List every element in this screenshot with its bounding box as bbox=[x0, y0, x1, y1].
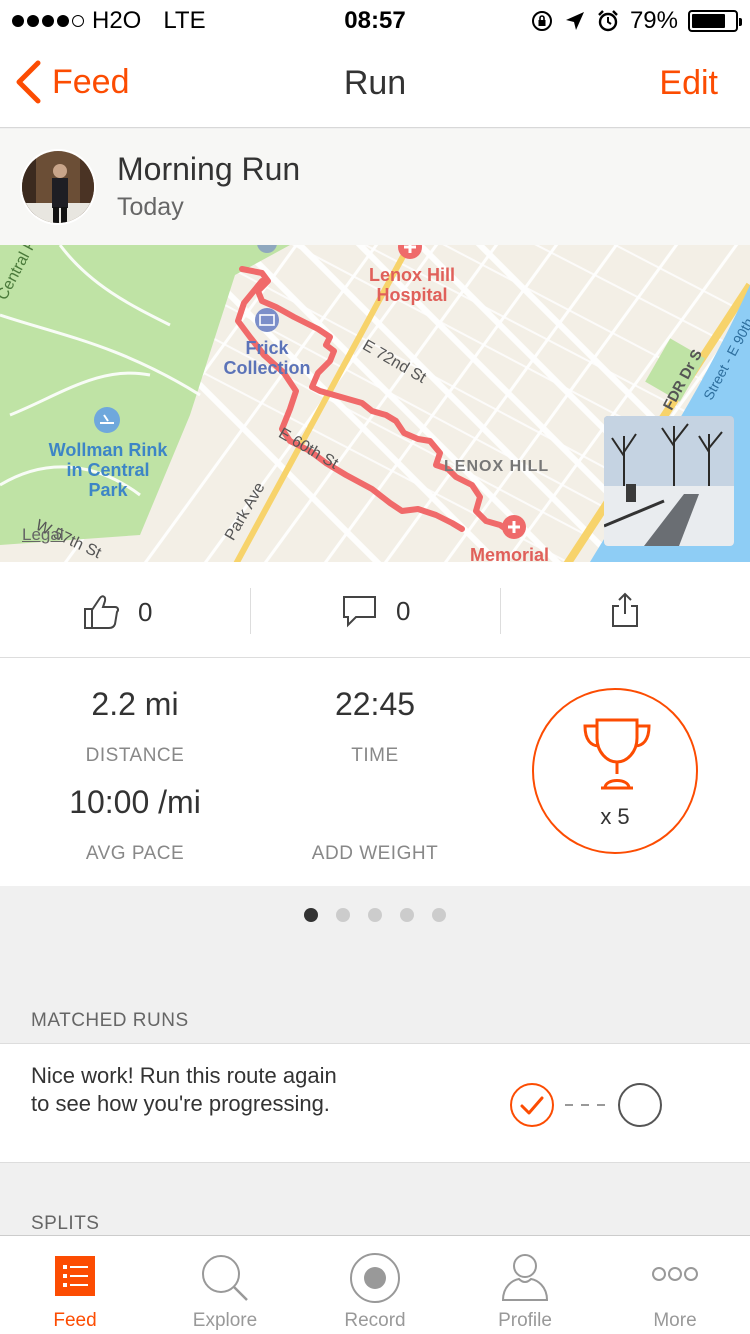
pager-dot[interactable] bbox=[304, 908, 318, 922]
achievement-count: x 5 bbox=[600, 804, 630, 829]
pace-value: 10:00 /mi bbox=[69, 784, 201, 820]
page-title: Run bbox=[343, 64, 407, 102]
share-button[interactable] bbox=[610, 592, 640, 628]
achievements-badge[interactable]: x 5 bbox=[532, 688, 698, 854]
matched-runs-heading: MATCHED RUNS bbox=[31, 1010, 189, 1031]
tab-explore[interactable]: Explore bbox=[150, 1236, 300, 1334]
edit-button[interactable]: Edit bbox=[659, 64, 718, 103]
pace-stat: 10:00 /mi AVG PACE bbox=[15, 784, 255, 865]
tab-feed-label: Feed bbox=[53, 1310, 97, 1331]
map-label-wollman-line2: in Central bbox=[66, 460, 150, 480]
stats-pager[interactable] bbox=[0, 908, 750, 922]
search-icon bbox=[202, 1255, 248, 1301]
social-bar: 0 0 bbox=[0, 562, 750, 658]
pager-dot[interactable] bbox=[432, 908, 446, 922]
distance-stat: 2.2 mi DISTANCE bbox=[15, 686, 255, 767]
map-label-memorial: Memorial bbox=[470, 545, 550, 562]
kudos-count: 0 bbox=[138, 596, 153, 627]
feed-icon bbox=[55, 1256, 95, 1296]
map-label-frick-line2: Collection bbox=[223, 358, 311, 378]
add-weight[interactable]: ADD WEIGHT bbox=[255, 784, 495, 865]
map-label-hospital: Lenox Hill Hospital bbox=[340, 265, 484, 305]
route-map[interactable]: Lenox Hill Hospital Frick Collection Wol… bbox=[0, 245, 750, 562]
tab-more-label: More bbox=[653, 1310, 697, 1331]
pager-dot[interactable] bbox=[400, 908, 414, 922]
matched-runs-card[interactable]: Nice work! Run this route again to see h… bbox=[0, 1043, 750, 1163]
pace-label: AVG PACE bbox=[85, 843, 185, 864]
status-right: 79% bbox=[530, 7, 742, 35]
splits-heading: SPLITS bbox=[31, 1213, 100, 1234]
tab-bar: Feed Explore Record Profile More bbox=[0, 1235, 750, 1334]
time-stat: 22:45 TIME bbox=[255, 686, 495, 767]
distance-label: DISTANCE bbox=[85, 745, 185, 766]
profile-icon bbox=[501, 1254, 549, 1301]
activity-date: Today bbox=[117, 193, 184, 221]
tab-profile-label: Profile bbox=[498, 1310, 552, 1331]
comment-icon bbox=[343, 596, 376, 628]
divider bbox=[500, 588, 501, 634]
record-icon bbox=[350, 1253, 400, 1303]
avatar[interactable] bbox=[20, 149, 96, 225]
tab-explore-label: Explore bbox=[192, 1310, 258, 1331]
comment-button[interactable]: 0 bbox=[342, 594, 410, 628]
activity-screen: H2O LTE 08:57 79% Feed Run Edit Morning … bbox=[0, 0, 750, 1334]
trophy-icon bbox=[583, 718, 651, 790]
map-label-wollman-line1: Wollman Rink bbox=[48, 440, 168, 460]
divider bbox=[250, 588, 251, 634]
time-value: 22:45 bbox=[334, 686, 416, 722]
location-icon bbox=[565, 12, 584, 30]
stats-panel: 2.2 mi DISTANCE 22:45 TIME 10:00 /mi AVG… bbox=[0, 658, 750, 886]
more-icon bbox=[652, 1267, 698, 1281]
pager-dot[interactable] bbox=[368, 908, 382, 922]
navigation-bar: Feed Run Edit bbox=[0, 40, 750, 128]
activity-photo-thumbnail[interactable] bbox=[604, 416, 734, 546]
share-icon bbox=[612, 592, 638, 627]
kudos-button[interactable]: 0 bbox=[82, 594, 152, 630]
add-weight-label: ADD WEIGHT bbox=[311, 843, 439, 864]
map-label-wollman-line3: Park bbox=[88, 480, 128, 500]
pager-dot[interactable] bbox=[336, 908, 350, 922]
rotation-lock-icon bbox=[531, 11, 552, 31]
status-bar: H2O LTE 08:57 79% bbox=[0, 0, 750, 40]
comments-count: 0 bbox=[396, 595, 411, 626]
thumbs-up-icon bbox=[84, 595, 120, 629]
activity-title: Morning Run bbox=[117, 151, 301, 187]
tab-record-label: Record bbox=[344, 1310, 406, 1331]
battery-icon bbox=[688, 10, 742, 32]
time-label: TIME bbox=[351, 745, 399, 766]
map-label-hospital-line2: Hospital bbox=[376, 285, 448, 305]
map-legal-link[interactable]: Legal bbox=[22, 525, 64, 545]
map-label-lenox-hill: LENOX HILL bbox=[444, 458, 550, 475]
map-label-hospital-line1: Lenox Hill bbox=[368, 265, 455, 285]
map-label-frick: Frick Collection bbox=[212, 338, 322, 378]
tab-profile[interactable]: Profile bbox=[450, 1236, 600, 1334]
tab-more[interactable]: More bbox=[600, 1236, 750, 1334]
battery-percent: 79% bbox=[629, 7, 678, 34]
tab-record[interactable]: Record bbox=[300, 1236, 450, 1334]
photo-image bbox=[604, 416, 734, 546]
matched-runs-message: Nice work! Run this route again to see h… bbox=[31, 1063, 337, 1116]
matched-progress-icon bbox=[510, 1083, 662, 1127]
activity-header: Morning Run Today bbox=[0, 129, 750, 245]
map-label-frick-line1: Frick bbox=[245, 338, 289, 358]
distance-value: 2.2 mi bbox=[91, 686, 179, 722]
map-label-wollman: Wollman Rink in Central Park bbox=[38, 440, 178, 500]
alarm-icon bbox=[598, 10, 618, 32]
tab-feed[interactable]: Feed bbox=[0, 1236, 150, 1334]
